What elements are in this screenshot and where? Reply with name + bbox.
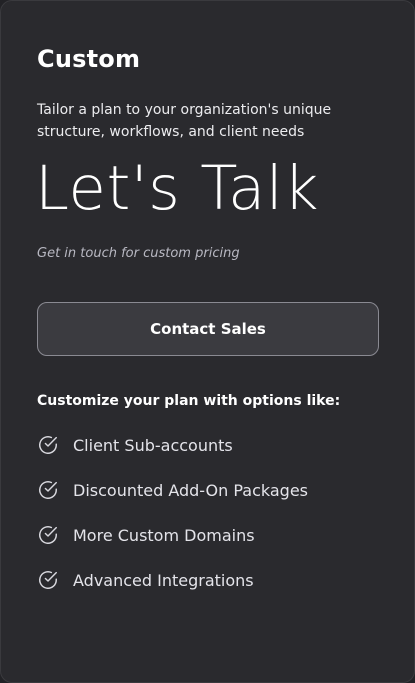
check-circle-icon (39, 526, 57, 544)
feature-label: Client Sub-accounts (73, 435, 233, 455)
plan-name: Custom (37, 45, 141, 73)
check-circle-icon (39, 481, 57, 499)
feature-item: Discounted Add-On Packages (37, 478, 308, 502)
feature-label: More Custom Domains (73, 525, 255, 545)
check-circle-icon (39, 571, 57, 589)
feature-label: Advanced Integrations (73, 570, 254, 590)
feature-list: Client Sub-accounts Discounted Add-On Pa… (37, 433, 308, 613)
plan-description: Tailor a plan to your organization's uni… (37, 102, 332, 140)
pricing-card-custom: Custom Tailor a plan to your organizatio… (0, 0, 415, 683)
price-note: Get in touch for custom pricing (37, 246, 240, 261)
features-heading: Customize your plan with options like: (37, 393, 341, 409)
contact-sales-button[interactable]: Contact Sales (37, 302, 379, 356)
feature-item: Client Sub-accounts (37, 433, 308, 457)
check-circle-icon (39, 436, 57, 454)
plan-price: Let's Talk (35, 153, 320, 224)
feature-item: Advanced Integrations (37, 568, 308, 592)
feature-label: Discounted Add-On Packages (73, 480, 308, 500)
feature-item: More Custom Domains (37, 523, 308, 547)
